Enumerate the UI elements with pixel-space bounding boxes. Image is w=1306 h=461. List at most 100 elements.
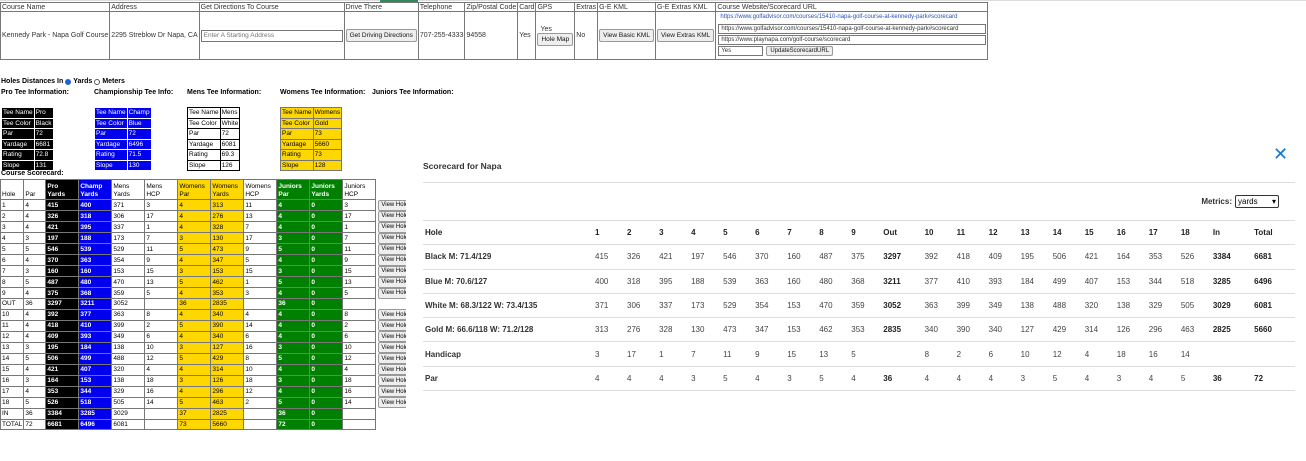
modal-header-cell: 12 bbox=[986, 219, 1019, 245]
modal-cell: 354 bbox=[753, 292, 786, 318]
tee-row: Par 72 bbox=[187, 128, 241, 140]
scorecard-row: 11 4 418 410 399 2 5 390 14 4 0 2 View Hole bbox=[0, 319, 412, 332]
scorecard-header: Mens Yards bbox=[111, 179, 146, 200]
start-address-input[interactable] bbox=[200, 29, 343, 42]
modal-cell: 3384 bbox=[1210, 244, 1253, 270]
modal-cell: 4 bbox=[1082, 365, 1115, 392]
modal-cell: 17 bbox=[625, 341, 658, 367]
tee-row: Tee Color Gold bbox=[280, 117, 343, 129]
metrics-select[interactable]: yards ▾ bbox=[1235, 195, 1279, 208]
tee-row: Yardage 6681 bbox=[1, 138, 54, 150]
tee-label: Yardage bbox=[94, 138, 128, 150]
modal-scorecard-table: Hole 1 2 3 4 5 6 7 8 9 Out 10 11 12 13 14 15 16 17 18 In Tota… bbox=[423, 219, 1295, 392]
update-scorecard-url-button[interactable]: UpdateScorecardURL bbox=[766, 46, 834, 56]
tee-row: Slope 131 bbox=[1, 159, 54, 171]
scorecard-cell: 36 bbox=[276, 407, 311, 420]
get-driving-directions-button[interactable]: Get Driving Directions bbox=[345, 29, 417, 42]
scorecard-cell: 421 bbox=[45, 363, 80, 376]
modal-header-cell: 4 bbox=[689, 219, 722, 245]
scorecard-cell: 3 bbox=[177, 341, 212, 354]
scorecard-row: 14 5 506 499 488 12 5 429 8 5 0 12 View Hole bbox=[0, 352, 412, 365]
tee-value: Black bbox=[33, 117, 54, 129]
scorecard-cell: 7 bbox=[0, 265, 25, 277]
scorecard-cell: 8 bbox=[0, 276, 25, 288]
scorecard-cell: 17 bbox=[144, 210, 179, 222]
modal-cell: 5 bbox=[1178, 365, 1211, 392]
scorecard-url-field-2[interactable]: https://www.playnapa.com/golf-course/sco… bbox=[718, 35, 987, 45]
modal-cell: 5 bbox=[849, 341, 882, 367]
meters-radio[interactable] bbox=[94, 78, 101, 85]
course-name: Kennedy Park - Napa Golf Course bbox=[0, 11, 111, 60]
scorecard-cell: 9 bbox=[243, 243, 278, 255]
chevron-down-icon: ▾ bbox=[1271, 197, 1276, 206]
modal-cell: 359 bbox=[849, 292, 882, 318]
scorecard-cell: 13 bbox=[243, 210, 278, 222]
modal-cell: 353 bbox=[1146, 244, 1179, 270]
hole-map-button[interactable]: Hole Map bbox=[537, 32, 574, 46]
scorecard-cell: 349 bbox=[111, 330, 146, 343]
scorecard-cell: 462 bbox=[210, 276, 245, 288]
meters-label: Meters bbox=[102, 78, 125, 85]
scorecard-cell: 4 bbox=[23, 254, 47, 266]
scorecard-header: Juniors Yards bbox=[309, 179, 344, 200]
scorecard-cell: 546 bbox=[45, 243, 80, 255]
tee-value: 131 bbox=[33, 159, 54, 171]
modal-header-cell: 9 bbox=[849, 219, 882, 245]
tee-label: Slope bbox=[280, 159, 314, 171]
scorecard-cell: 6681 bbox=[45, 418, 80, 431]
scorecard-row: 16 3 164 153 138 18 3 126 18 3 0 18 View Hole bbox=[0, 374, 412, 387]
scorecard-cell: 6 bbox=[243, 330, 278, 343]
extras-value: No bbox=[574, 11, 599, 60]
info-header: G-E KML bbox=[597, 2, 656, 12]
modal-cell: 36 bbox=[881, 365, 923, 392]
scorecard-cell: 4 bbox=[23, 363, 47, 376]
scorecard-cell: 17 bbox=[0, 385, 25, 398]
view-extras-kml-button[interactable]: View Extras KML bbox=[656, 29, 715, 42]
tee-row: Slope 128 bbox=[280, 159, 343, 171]
modal-cell: 328 bbox=[657, 317, 690, 342]
tee-value: Womens bbox=[312, 107, 343, 119]
scorecard-link[interactable]: https://www.golfadvisor.com/courses/1541… bbox=[718, 13, 986, 23]
modal-cell: 421 bbox=[1082, 244, 1115, 270]
view-basic-kml-button[interactable]: View Basic KML bbox=[599, 29, 654, 42]
course-telephone: 707-255-4333 bbox=[417, 11, 466, 60]
modal-cell: 11 bbox=[721, 341, 754, 367]
scorecard-cell: 1 bbox=[342, 221, 377, 233]
modal-cell: 371 bbox=[593, 292, 626, 318]
scorecard-cell: 320 bbox=[111, 363, 146, 376]
scorecard-cell: 17 bbox=[243, 232, 278, 244]
info-header: Address bbox=[109, 2, 200, 12]
scorecard-cell: 36 bbox=[23, 407, 47, 420]
scorecard-cell: 4 bbox=[276, 254, 311, 266]
yards-radio[interactable] bbox=[65, 78, 72, 85]
modal-cell: 3029 bbox=[1210, 292, 1253, 318]
scorecard-cell: 9 bbox=[0, 287, 25, 299]
modal-cell: 5 bbox=[1050, 365, 1083, 392]
modal-cell: 4 bbox=[593, 365, 626, 392]
yes-field[interactable]: Yes bbox=[718, 46, 764, 56]
modal-scorecard-row: Gold M: 66.6/118 W: 71.2/128 313 276 328 130… bbox=[423, 317, 1295, 342]
scorecard-header: Juniors Par bbox=[276, 179, 311, 200]
scorecard-cell: 4 bbox=[23, 287, 47, 299]
scorecard-cell: 10 bbox=[342, 341, 377, 354]
scorecard-cell: 526 bbox=[45, 396, 80, 409]
modal-cell: 429 bbox=[1050, 317, 1083, 342]
scorecard-cell: 6 bbox=[144, 330, 179, 343]
scorecard-cell: 0 bbox=[309, 265, 344, 277]
modal-header-cell: 2 bbox=[625, 219, 658, 245]
scorecard-cell: 4 bbox=[23, 319, 47, 332]
scorecard-row: 7 3 160 160 153 15 3 153 15 3 0 15 View Hole bbox=[0, 265, 412, 277]
close-icon[interactable]: ✕ bbox=[1273, 144, 1288, 164]
scorecard-url-field[interactable]: https://www.golfadvisor.com/courses/1541… bbox=[718, 24, 987, 34]
tee-label: Yardage bbox=[280, 138, 314, 150]
modal-cell: 15 bbox=[785, 341, 818, 367]
modal-cell: 36 bbox=[1210, 365, 1253, 392]
modal-cell: 8 bbox=[922, 341, 955, 367]
scorecard-cell: 6081 bbox=[111, 418, 146, 431]
scorecard-cell: 73 bbox=[177, 418, 212, 431]
modal-cell: 399 bbox=[954, 292, 987, 318]
scorecard-cell: 344 bbox=[78, 385, 113, 398]
modal-cell: 313 bbox=[593, 317, 626, 342]
scorecard-cell: 4 bbox=[276, 363, 311, 376]
scorecard-cell: 375 bbox=[45, 287, 80, 299]
